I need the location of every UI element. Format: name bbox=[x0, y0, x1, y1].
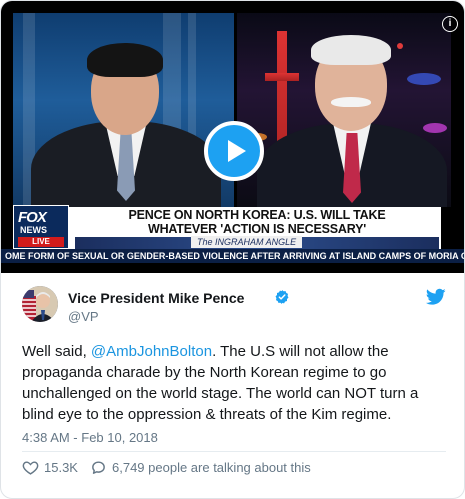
verified-badge-icon bbox=[275, 290, 289, 304]
twitter-bird-icon[interactable] bbox=[426, 288, 446, 306]
headline-line-1: PENCE ON NORTH KOREA: U.S. WILL TAKE bbox=[128, 208, 386, 222]
video-panel-right bbox=[237, 13, 451, 207]
conversation-count[interactable]: 6,749 people are talking about this bbox=[112, 460, 311, 475]
channel-sub: NEWS bbox=[20, 225, 47, 235]
play-button[interactable] bbox=[204, 121, 264, 181]
video-panel-left bbox=[13, 13, 234, 207]
play-icon bbox=[228, 140, 246, 162]
embedded-tweet-card: FOX NEWS LIVE PENCE ON NORTH KOREA: U.S.… bbox=[0, 0, 465, 499]
video-player[interactable]: FOX NEWS LIVE PENCE ON NORTH KOREA: U.S.… bbox=[1, 1, 464, 273]
author-handle[interactable]: @VP bbox=[68, 309, 99, 324]
channel-name: FOX bbox=[18, 209, 47, 226]
author-name[interactable]: Vice President Mike Pence bbox=[68, 290, 244, 306]
news-ticker: OME FORM OF SEXUAL OR GENDER-BASED VIOLE… bbox=[1, 249, 464, 263]
tweet-timestamp[interactable]: 4:38 AM - Feb 10, 2018 bbox=[22, 430, 158, 445]
avatar[interactable] bbox=[22, 286, 58, 322]
channel-logo: FOX NEWS LIVE bbox=[13, 205, 69, 249]
reply-bubble-icon[interactable] bbox=[90, 459, 107, 476]
tweet-text-lead: Well said, bbox=[22, 343, 91, 360]
show-name: The INGRAHAM ANGLE bbox=[191, 236, 303, 248]
mention-link[interactable]: @AmbJohnBolton bbox=[91, 343, 212, 360]
info-icon[interactable]: i bbox=[442, 16, 458, 32]
like-count[interactable]: 15.3K bbox=[44, 460, 78, 475]
tweet-text: Well said, @AmbJohnBolton. The U.S will … bbox=[22, 341, 447, 425]
chyron-headline: PENCE ON NORTH KOREA: U.S. WILL TAKE WHA… bbox=[75, 208, 439, 236]
tweet-author: Vice President Mike Pence @VP bbox=[22, 286, 452, 326]
divider bbox=[22, 451, 446, 452]
heart-icon[interactable] bbox=[22, 459, 39, 476]
live-badge: LIVE bbox=[18, 237, 64, 247]
headline-line-2: WHATEVER 'ACTION IS NECESSARY' bbox=[147, 222, 367, 236]
